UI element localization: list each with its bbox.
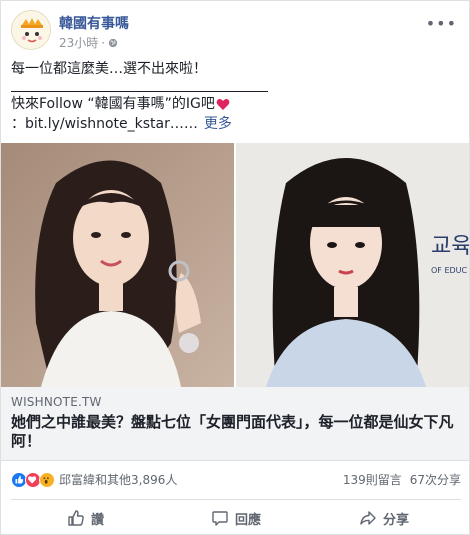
post-stats: 邱富緯和其他3,896人 139則留言 67次分享 xyxy=(11,467,461,491)
photo-right-illustration: 교육 OF EDUC xyxy=(236,143,469,387)
share-button[interactable]: 分享 xyxy=(359,506,409,530)
post-meta: 23小時 · xyxy=(59,34,118,51)
comment-button[interactable]: 回應 xyxy=(211,506,261,530)
reactions-summary[interactable]: 邱富緯和其他3,896人 xyxy=(11,471,177,488)
post-text-line3-wrap: ：bit.ly/wishnote_kstar…… 更多 xyxy=(11,114,232,134)
globe-icon[interactable] xyxy=(108,38,118,48)
photo-left[interactable] xyxy=(1,143,234,387)
post-header: 韓國有事嗎 23小時 · ••• xyxy=(11,10,461,52)
wow-reaction-icon xyxy=(39,471,55,488)
heart-icon xyxy=(216,98,230,110)
photo-right[interactable]: 교육 OF EDUC xyxy=(236,143,469,387)
link-preview[interactable]: WISHNOTE.TW 她們之中誰最美？盤點七位「女團門面代表」，每一位都是仙女… xyxy=(1,387,469,461)
like-label: 讚 xyxy=(91,512,105,528)
svg-text:OF EDUC: OF EDUC xyxy=(431,266,468,275)
comment-icon xyxy=(212,511,228,526)
post-images[interactable]: 교육 OF EDUC xyxy=(1,143,469,387)
text-underline xyxy=(11,91,268,92)
see-more-link[interactable]: 更多 xyxy=(204,116,232,132)
share-label: 分享 xyxy=(383,512,410,528)
meta-separator: · xyxy=(101,35,106,50)
facebook-post-card: 韓國有事嗎 23小時 · ••• 每一位都這麼美…選不出來啦！ 快來Follow… xyxy=(0,0,470,535)
link-domain: WISHNOTE.TW xyxy=(11,395,102,409)
comment-label: 回應 xyxy=(235,512,262,528)
post-text-line2-wrap: 快來Follow “韓國有事嗎”的IG吧 xyxy=(11,94,230,114)
post-text-line3: ：bit.ly/wishnote_kstar…… xyxy=(11,116,198,132)
shares-count[interactable]: 67次分享 xyxy=(410,471,461,488)
svg-text:교육: 교육 xyxy=(431,234,469,259)
engagement-counts: 139則留言 67次分享 xyxy=(343,471,461,488)
post-actions: 讚 回應 分享 xyxy=(11,499,461,533)
like-button[interactable]: 讚 xyxy=(67,506,104,530)
photo-left-illustration xyxy=(1,143,234,387)
page-avatar[interactable] xyxy=(11,10,51,50)
page-name[interactable]: 韓國有事嗎 xyxy=(59,13,129,33)
like-icon xyxy=(68,510,84,526)
share-icon xyxy=(360,511,376,525)
post-text-line2: 快來Follow “韓國有事嗎”的IG吧 xyxy=(11,96,215,112)
comments-count[interactable]: 139則留言 xyxy=(343,471,402,488)
more-icon[interactable]: ••• xyxy=(426,14,457,33)
avatar-illustration xyxy=(13,12,50,49)
post-text-line1: 每一位都這麼美…選不出來啦！ xyxy=(11,61,207,77)
reactions-label[interactable]: 邱富緯和其他3,896人 xyxy=(59,471,177,488)
post-time[interactable]: 23小時 xyxy=(59,34,98,51)
link-title[interactable]: 她們之中誰最美？盤點七位「女團門面代表」，每一位都是仙女下凡阿！ xyxy=(11,413,459,451)
